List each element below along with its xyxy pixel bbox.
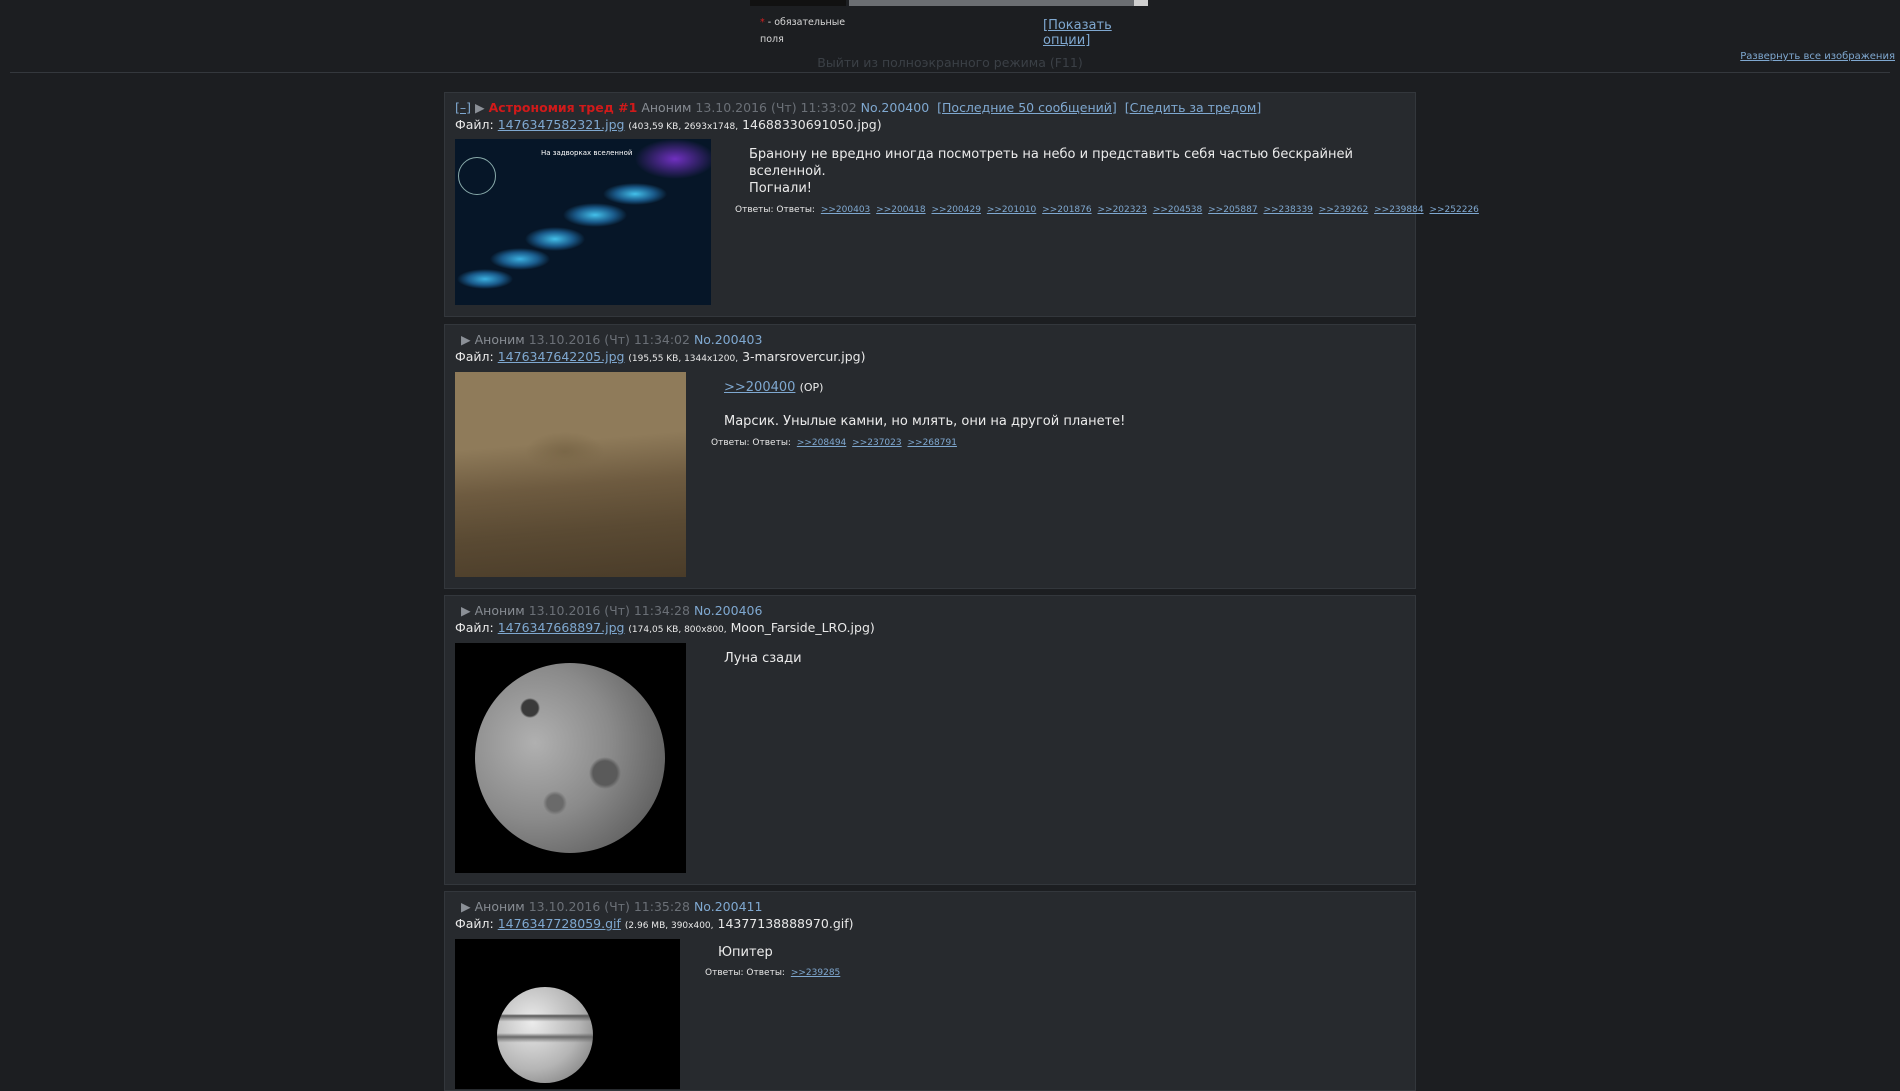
reply-link[interactable]: >>239285 [791,968,840,978]
post-replies: Ответы: Ответы: >>208494 >>237023 >>2687… [711,438,957,448]
thumbnail-title: На задворках вселенной [541,149,633,157]
reply-link[interactable]: >>252226 [1429,205,1478,215]
post-message: Луна сзади [724,651,802,666]
required-fields-note: * - обязательные поля [760,17,846,45]
replies-label: Ответы: Ответы: [735,205,815,215]
poster-name: Аноним [641,100,692,115]
play-triangle-icon[interactable]: ▶ [475,100,485,115]
file-original-name: 14377138888970.gif) [717,916,854,931]
jupiter-image [497,987,593,1083]
reply-link[interactable]: >>208494 [797,438,846,448]
file-link[interactable]: 1476347642205.jpg [498,349,625,364]
reply-link[interactable]: >>239262 [1319,205,1368,215]
reply-link[interactable]: >>201010 [987,205,1036,215]
file-meta: (2.96 MB, 390x400, [624,921,714,931]
reply-post: ▶ Аноним 13.10.2016 (Чт) 11:34:02 No.200… [444,324,1416,589]
poster-name: Аноним [474,603,525,618]
captcha-field[interactable] [750,0,846,6]
reply-link[interactable]: >>268791 [908,438,957,448]
reply-link[interactable]: >>200403 [821,205,870,215]
file-link[interactable]: 1476347582321.jpg [498,117,625,132]
post-thumbnail[interactable] [455,372,686,577]
last-50-link[interactable]: [Последние 50 сообщений] [937,100,1117,115]
file-label: Файл: [455,620,494,635]
quote-link[interactable]: >>200400 [724,380,795,395]
follow-thread-link[interactable]: [Следить за тредом] [1125,100,1261,115]
divider [10,72,1890,73]
post-replies: Ответы: Ответы: >>200403 >>200418 >>2004… [735,205,1479,215]
file-link[interactable]: 1476347728059.gif [498,916,621,931]
post-thumbnail[interactable] [455,939,680,1089]
hide-thread-button[interactable]: [–] [455,100,471,115]
post-header: [–] ▶ Астрономия тред #1 Аноним 13.10.20… [451,100,1261,115]
reply-link[interactable]: >>204538 [1153,205,1202,215]
file-label: Файл: [455,349,494,364]
file-info: Файл: 1476347728059.gif (2.96 MB, 390x40… [455,916,854,931]
poster-name: Аноним [474,332,525,347]
file-link[interactable]: 1476347668897.jpg [498,620,625,635]
file-original-name: 14688330691050.jpg) [742,117,882,132]
thumbnail-circle [458,157,496,195]
file-original-name: 3-marsrovercur.jpg) [742,349,866,364]
post-number[interactable]: No.200403 [694,332,762,347]
play-triangle-icon[interactable]: ▶ [461,332,471,347]
post-thumbnail[interactable]: На задворках вселенной [455,139,711,305]
file-label: Файл: [455,117,494,132]
post-message: Марсик. Унылые камни, но млять, они на д… [724,414,1126,429]
post-date: 13.10.2016 (Чт) 11:35:28 [528,899,690,914]
post-number[interactable]: No.200411 [694,899,762,914]
post-date: 13.10.2016 (Чт) 11:33:02 [695,100,857,115]
reply-post: ▶ Аноним 13.10.2016 (Чт) 11:35:28 No.200… [444,891,1416,1091]
reply-link[interactable]: >>239884 [1374,205,1423,215]
play-triangle-icon[interactable]: ▶ [461,603,471,618]
post-header: ▶ Аноним 13.10.2016 (Чт) 11:35:28 No.200… [461,899,762,914]
post-thumbnail[interactable] [455,643,686,873]
reply-link[interactable]: >>205887 [1208,205,1257,215]
post-message: >>200400 (OP) [724,379,823,396]
reply-post: ▶ Аноним 13.10.2016 (Чт) 11:34:28 No.200… [444,595,1416,885]
expand-all-images-link[interactable]: Развернуть все изображения [1740,51,1895,62]
post-number[interactable]: No.200400 [861,100,929,115]
reply-link[interactable]: >>237023 [852,438,901,448]
post-replies: Ответы: Ответы: >>239285 [705,968,840,978]
post-number[interactable]: No.200406 [694,603,762,618]
file-info: Файл: 1476347582321.jpg (403,59 KB, 2693… [455,117,882,132]
file-info: Файл: 1476347668897.jpg (174,05 KB, 800x… [455,620,875,635]
chevron-down-icon[interactable] [1134,0,1148,6]
fullscreen-exit-hint: Выйти из полноэкранного режима (F11) [817,55,1083,70]
play-triangle-icon[interactable]: ▶ [461,899,471,914]
post-subject: Астрономия тред #1 [488,100,638,115]
op-marker: (OP) [799,381,824,394]
file-original-name: Moon_Farside_LRO.jpg) [730,620,875,635]
file-info: Файл: 1476347642205.jpg (195,55 KB, 1344… [455,349,865,364]
reply-link[interactable]: >>238339 [1263,205,1312,215]
file-meta: (174,05 KB, 800x800, [628,625,727,635]
file-meta: (403,59 KB, 2693x1748, [628,122,739,132]
post-message: Бранону не вредно иногда посмотреть на н… [749,147,1353,179]
post-header: ▶ Аноним 13.10.2016 (Чт) 11:34:02 No.200… [461,332,762,347]
replies-label: Ответы: Ответы: [705,968,785,978]
moon-image [475,663,665,853]
show-options-link[interactable]: [Показать опции] [1043,18,1150,48]
replies-label: Ответы: Ответы: [711,438,791,448]
post-header: ▶ Аноним 13.10.2016 (Чт) 11:34:28 No.200… [461,603,762,618]
reply-link[interactable]: >>200429 [932,205,981,215]
post-message: Юпитер [718,945,773,960]
poster-name: Аноним [474,899,525,914]
board-select[interactable] [849,0,1134,6]
post-message: Погнали! [749,181,812,196]
file-label: Файл: [455,916,494,931]
reply-link[interactable]: >>201876 [1042,205,1091,215]
post-date: 13.10.2016 (Чт) 11:34:02 [528,332,690,347]
thread-op-post: [–] ▶ Астрономия тред #1 Аноним 13.10.20… [444,92,1479,317]
reply-link[interactable]: >>200418 [876,205,925,215]
post-form: * - обязательные поля [Показать опции] [750,0,1150,48]
file-meta: (195,55 KB, 1344x1200, [628,354,739,364]
reply-link[interactable]: >>202323 [1097,205,1146,215]
post-date: 13.10.2016 (Чт) 11:34:28 [528,603,690,618]
